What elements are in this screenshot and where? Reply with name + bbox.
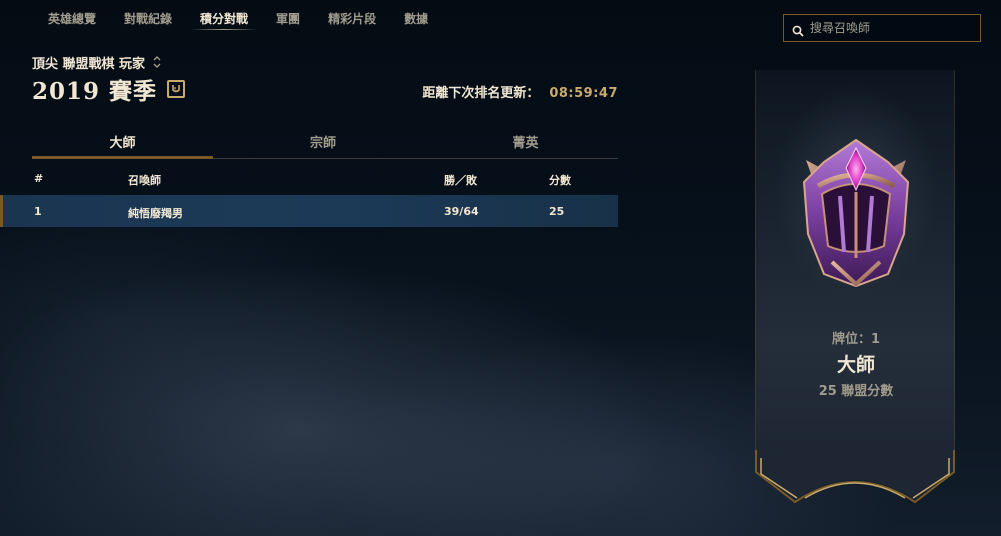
banner-lp-text: 25 聯盟分數: [818, 384, 894, 399]
row-rank: 1: [34, 205, 42, 218]
nav-item-ranked[interactable]: 積分對戰: [186, 0, 262, 30]
table-row[interactable]: 1 純悟廢羯男 39/64 25: [0, 195, 618, 227]
tab-grandmaster[interactable]: 宗師: [213, 124, 433, 158]
search-box[interactable]: [783, 14, 981, 42]
nav-item-match-history[interactable]: 對戰紀錄: [110, 0, 186, 30]
queue-selector[interactable]: 頂尖 聯盟戰棋 玩家: [32, 53, 161, 72]
column-header-points: 分數: [549, 174, 571, 187]
top-nav: 英雄總覽 對戰紀錄 積分對戰 軍團 精彩片段 數據: [34, 0, 442, 30]
nav-item-stats[interactable]: 數據: [390, 0, 442, 30]
search-input[interactable]: [808, 20, 980, 36]
timer-value: 08:59:47: [549, 86, 618, 101]
banner-body: 牌位：1 大師 25 聯盟分數: [755, 70, 955, 460]
queue-label: 頂尖 聯盟戰棋 玩家: [32, 57, 146, 72]
column-header-win-loss: 勝／敗: [444, 174, 477, 187]
rank-banner: 牌位：1 大師 25 聯盟分數: [755, 70, 955, 510]
banner-ornament: [755, 440, 955, 510]
row-points: 25: [549, 205, 565, 218]
tier-tabs: 大師 宗師 菁英: [32, 124, 618, 159]
nav-item-highlights[interactable]: 精彩片段: [314, 0, 390, 30]
row-summoner-name[interactable]: 純悟廢羯男: [128, 205, 183, 221]
rank-update-timer: 距離下次排名更新： 08:59:47: [422, 82, 618, 101]
season-header: 2019 賽季: [32, 72, 186, 106]
column-header-rank: #: [34, 172, 44, 185]
tab-challenger[interactable]: 菁英: [433, 124, 618, 158]
banner-tier-text: 大師: [836, 354, 875, 376]
column-header-summoner: 召喚師: [128, 174, 161, 187]
search-icon: [792, 22, 804, 37]
timer-label: 距離下次排名更新：: [422, 86, 540, 101]
row-win-loss: 39/64: [444, 205, 479, 218]
season-badge-icon: [167, 80, 186, 98]
chevron-up-down-icon[interactable]: [153, 55, 161, 70]
nav-item-clubs[interactable]: 軍團: [262, 0, 314, 30]
master-emblem-icon: [792, 134, 920, 294]
tab-master[interactable]: 大師: [32, 124, 213, 159]
table-header: # 召喚師 勝／敗 分數: [32, 172, 618, 192]
page-title: 2019 賽季: [32, 78, 158, 105]
banner-rank-text: 牌位：1: [831, 332, 881, 347]
nav-item-champions[interactable]: 英雄總覽: [34, 0, 110, 30]
